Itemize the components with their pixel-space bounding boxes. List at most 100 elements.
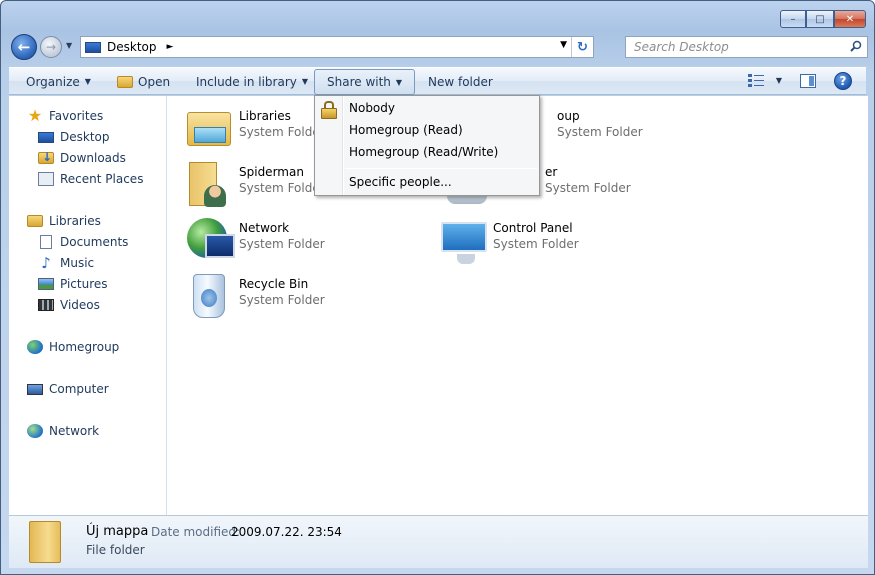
user-folder-icon [185, 160, 233, 208]
share-with-button[interactable]: Share with ▼ [314, 69, 416, 95]
sidebar-item-documents[interactable]: Documents [38, 233, 128, 251]
address-bar[interactable]: Desktop ► ▼ ↻ [80, 36, 594, 58]
change-view-icon[interactable] [748, 74, 764, 88]
menu-item-specific-people[interactable]: Specific people... [349, 172, 452, 192]
sidebar-item-label: Downloads [60, 151, 126, 165]
control-panel-icon [439, 216, 487, 264]
date-modified-value: 2009.07.22. 23:54 [231, 525, 342, 539]
date-modified-label: Date modified: [151, 525, 241, 539]
item-type: System Folder [239, 125, 325, 139]
search-input[interactable]: Search Desktop [634, 40, 729, 54]
new-folder-button[interactable]: New folder [428, 68, 493, 95]
menu-item-homegroup-read-write[interactable]: Homegroup (Read/Write) [349, 142, 498, 162]
sidebar-item-label: Desktop [60, 130, 110, 144]
film-strip-icon [38, 299, 54, 311]
chevron-down-icon: ▼ [84, 77, 91, 86]
sidebar-item-label: Network [49, 424, 100, 438]
homegroup-icon [27, 340, 43, 354]
sidebar-item-downloads[interactable]: Downloads [38, 149, 126, 167]
item-type: System Folder [493, 237, 579, 251]
item-name: Network [239, 221, 290, 235]
network-icon [185, 216, 235, 264]
sidebar-item-label: Computer [49, 382, 109, 396]
sidebar-item-homegroup[interactable]: Homegroup [27, 338, 119, 356]
recycle-bin-icon [185, 272, 233, 320]
item-name: Spiderman [239, 165, 304, 179]
refresh-button[interactable]: ↻ [571, 37, 593, 57]
sidebar-item-label: Music [60, 256, 95, 270]
details-pane: Új mappa Date modified: 2009.07.22. 23:5… [9, 515, 868, 568]
list-item-control-panel[interactable]: Control Panel System Folder [439, 216, 689, 268]
item-type: System Folder [545, 181, 631, 195]
menu-item-nobody[interactable]: Nobody [349, 98, 395, 118]
music-note-icon: ♪ [41, 254, 51, 272]
list-item-network[interactable]: Network System Folder [185, 216, 435, 268]
explorer-window: – □ ✕ ← → ▼ Desktop ► ▼ ↻ Search Desktop… [0, 0, 875, 575]
document-icon [40, 235, 52, 249]
search-icon[interactable] [850, 40, 862, 52]
folder-icon [29, 521, 61, 563]
organize-button[interactable]: Organize ▼ [26, 68, 91, 95]
item-name: er [545, 165, 558, 179]
preview-pane-icon[interactable] [800, 74, 816, 88]
star-icon: ★ [27, 106, 43, 125]
view-options-chevron-icon[interactable]: ▼ [776, 76, 782, 85]
sidebar-item-computer[interactable]: Computer [27, 380, 109, 398]
address-dropdown-icon[interactable]: ▼ [560, 40, 567, 50]
sidebar-item-pictures[interactable]: Pictures [38, 275, 108, 293]
sidebar-item-desktop[interactable]: Desktop [38, 128, 110, 146]
sidebar-item-label: Recent Places [60, 172, 144, 186]
item-type: System Folder [239, 181, 325, 195]
search-box[interactable]: Search Desktop [625, 36, 868, 58]
new-folder-label: New folder [428, 74, 493, 89]
sidebar-item-favorites[interactable]: ★ Favorites [27, 107, 103, 125]
forward-button[interactable]: → [40, 36, 62, 58]
item-type: System Folder [239, 237, 325, 251]
desktop-icon [85, 41, 101, 53]
downloads-icon [38, 150, 54, 164]
open-button[interactable]: Open [117, 68, 170, 95]
menu-separator [345, 168, 537, 169]
libraries-icon [185, 104, 233, 152]
item-type: System Folder [557, 125, 643, 139]
navigation-pane: ★ Favorites Desktop Downloads Recent Pla… [9, 96, 167, 515]
command-bar: Organize ▼ Open Include in library ▼ Sha… [9, 67, 866, 95]
sidebar-item-label: Favorites [49, 109, 104, 123]
sidebar-item-videos[interactable]: Videos [38, 296, 100, 314]
sidebar-item-label: Homegroup [49, 340, 120, 354]
include-in-library-button[interactable]: Include in library ▼ [196, 68, 308, 95]
help-icon[interactable]: ? [834, 72, 852, 90]
computer-icon [27, 383, 43, 395]
organize-label: Organize [26, 74, 80, 89]
share-with-label: Share with [327, 75, 391, 89]
item-name: Libraries [239, 109, 291, 123]
recent-places-icon [38, 172, 54, 186]
list-item-recycle-bin[interactable]: Recycle Bin System Folder [185, 272, 435, 324]
breadcrumb-chevron-icon[interactable]: ► [167, 42, 174, 52]
item-name: Control Panel [493, 221, 573, 235]
desktop-icon [38, 131, 54, 143]
folder-open-icon [117, 75, 133, 88]
open-label: Open [138, 74, 171, 89]
caption-buttons: – □ ✕ [780, 10, 866, 28]
sidebar-item-music[interactable]: ♪ Music [38, 254, 94, 272]
selected-item-name: Új mappa [86, 524, 149, 539]
lock-icon [321, 101, 337, 119]
include-in-library-label: Include in library [196, 74, 297, 89]
close-button[interactable]: ✕ [834, 10, 866, 28]
sidebar-item-libraries[interactable]: Libraries [27, 212, 101, 230]
network-icon [27, 424, 43, 438]
sidebar-item-network[interactable]: Network [27, 422, 99, 440]
recent-pages-button[interactable]: ▼ [66, 41, 76, 51]
libraries-icon [27, 215, 43, 227]
maximize-button[interactable]: □ [806, 10, 834, 28]
menu-item-homegroup-read[interactable]: Homegroup (Read) [349, 120, 463, 140]
back-button[interactable]: ← [11, 34, 37, 60]
navigation-bar: ← → ▼ Desktop ► ▼ ↻ Search Desktop [9, 33, 868, 61]
sidebar-item-recent-places[interactable]: Recent Places [38, 170, 143, 188]
address-location[interactable]: Desktop [107, 40, 157, 54]
sidebar-item-label: Documents [60, 235, 129, 249]
item-name: Recycle Bin [239, 277, 309, 291]
minimize-button[interactable]: – [780, 10, 806, 28]
sidebar-item-label: Pictures [60, 277, 108, 291]
